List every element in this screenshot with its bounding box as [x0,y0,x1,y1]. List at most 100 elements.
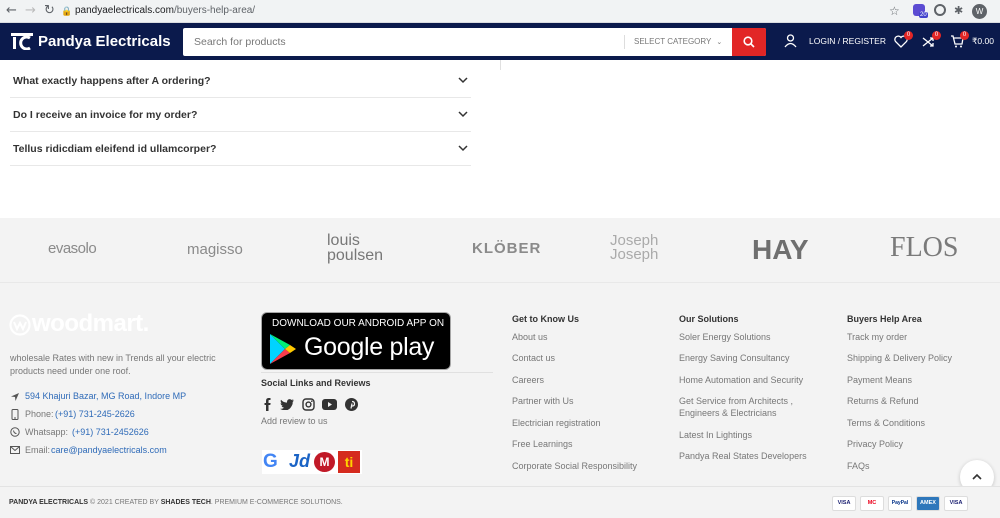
whatsapp-label: Whatsapp: [25,427,69,437]
footer-link-engineers[interactable]: Engineers & Electricians [679,408,777,418]
category-select[interactable]: SELECT CATEGORY ⌄ [624,35,731,49]
extension-icon-2[interactable] [934,4,946,16]
copyright-creator[interactable]: SHADES TECH [161,499,211,506]
footer-link-careers[interactable]: Careers [512,375,544,385]
footer-link-free-learnings[interactable]: Free Learnings [512,439,573,449]
browser-toolbar: ← → ↻ 🔒 pandyaelectricals.com/buyers-hel… [0,0,1000,23]
chevron-down-icon: ⌄ [716,39,723,46]
brand-logos-strip: evasolo magisso louis poulsen KLÖBER Jos… [0,218,1000,282]
social-links-title: Social Links and Reviews [261,378,371,388]
login-register-link[interactable]: LOGIN / REGISTER [809,36,886,46]
search-input[interactable] [183,28,623,56]
faq-item[interactable]: What exactly happens after A ordering? [10,64,471,98]
copyright-tail: . PREMIUM E-COMMERCE SOLUTIONS. [210,499,343,506]
footer-link-contact[interactable]: Contact us [512,353,555,363]
copyright-middle: © 2021 CREATED BY [88,499,161,506]
column-divider [500,60,501,70]
instagram-icon[interactable] [302,398,315,411]
twitter-icon[interactable] [280,399,294,410]
wishlist-count-badge: 0 [904,31,913,40]
footer-link-track-order[interactable]: Track my order [847,332,907,342]
brand-logo-magisso[interactable]: magisso [187,241,243,258]
site-header: Pandya Electricals SELECT CATEGORY ⌄ LOGI… [0,23,1000,60]
footer-link-privacy[interactable]: Privacy Policy [847,439,903,449]
footer-column-title: Get to Know Us [512,314,579,324]
footer-link-payment[interactable]: Payment Means [847,375,912,385]
cart-total[interactable]: ₹0.00 [972,36,994,47]
brand-logo-klober[interactable]: KLÖBER [472,240,541,257]
footer-column-title: Our Solutions [679,314,739,324]
visa-electron-card-icon: VISA [944,496,968,511]
paypal-card-icon: PayPal [888,496,912,511]
lock-icon[interactable]: 🔒 [61,4,72,20]
address-bar[interactable]: pandyaelectricals.com/buyers-help-area/ [75,3,255,19]
extension-badge: 20 [919,12,928,18]
copyright-bar: PANDYA ELECTRICALS © 2021 CREATED BY SHA… [0,486,1000,518]
location-arrow-icon [11,393,19,401]
youtube-icon[interactable] [322,399,337,410]
review-logos: G Jd M ti [262,450,362,474]
category-label: SELECT CATEGORY [634,37,712,46]
footer-link-terms[interactable]: Terms & Conditions [847,418,925,428]
footer-link-energy-saving[interactable]: Energy Saving Consultancy [679,353,790,363]
email-address[interactable]: care@pandyaelectricals.com [51,445,167,455]
footer-link-shipping[interactable]: Shipping & Delivery Policy [847,353,952,363]
chevron-down-icon [458,111,468,118]
brand-logo-flos[interactable]: FLOS [890,232,958,264]
chevron-up-icon [972,473,982,480]
email-icon [10,446,20,454]
reload-icon[interactable]: ↻ [44,3,55,19]
faq-item[interactable]: Do I receive an invoice for my order? [10,98,471,132]
compare-count-badge: 0 [932,31,941,40]
footer-link-real-states[interactable]: Pandya Real States Developers [679,451,807,461]
search-button[interactable] [732,28,766,56]
back-icon[interactable]: ← [6,3,17,19]
google-play-text: Google play [304,333,435,361]
faq-accordion: What exactly happens after A ordering? D… [10,64,471,166]
footer-link-faqs[interactable]: FAQs [847,461,870,471]
forward-icon[interactable]: → [25,3,36,19]
footer-link-electrician-registration[interactable]: Electrician registration [512,418,601,428]
pinterest-icon[interactable] [345,398,358,411]
email-label: Email: [25,445,51,455]
justdial-review-logo[interactable]: Jd [289,451,310,472]
copyright-brand: PANDYA ELECTRICALS [9,499,89,506]
footer-link-csr[interactable]: Corporate Social Responsibility [512,461,637,471]
cart-count-badge: 0 [960,31,969,40]
logo-icon[interactable] [10,32,34,50]
search-icon [743,36,755,48]
profile-avatar[interactable]: W [972,4,987,19]
google-review-logo[interactable]: G [263,451,278,473]
footer-link-architects[interactable]: Get Service from Architects , [679,396,793,406]
brand-logo-louis-poulsen[interactable]: louis poulsen [327,233,397,264]
divider [261,372,493,373]
footer-address[interactable]: 594 Khajuri Bazar, MG Road, Indore MP [25,391,186,401]
google-play-badge[interactable]: DOWNLOAD OUR ANDROID APP ON Google play [261,312,451,370]
brand-logo-evasolo[interactable]: evasolo [48,240,97,257]
puzzle-icon[interactable]: ✱ [954,3,963,19]
footer-link-solar[interactable]: Soler Energy Solutions [679,332,771,342]
app-download-text: DOWNLOAD OUR ANDROID APP ON [272,318,445,329]
chevron-down-icon [458,77,468,84]
footer-link-home-automation[interactable]: Home Automation and Security [679,375,803,385]
woodmart-logo: woodmart. [32,310,149,337]
indiamart-review-logo[interactable]: M [314,452,335,472]
brand-logo-hay[interactable]: HAY [752,234,809,266]
woodmart-logo-icon [9,314,31,336]
footer-link-lightings[interactable]: Latest In Lightings [679,430,752,440]
tradeindia-review-logo[interactable]: ti [338,451,360,473]
footer-link-returns[interactable]: Returns & Refund [847,396,919,406]
phone-number[interactable]: (+91) 731-245-2626 [55,409,135,419]
footer-link-about[interactable]: About us [512,332,548,342]
phone-label: Phone: [25,409,54,419]
faq-item[interactable]: Tellus ridicdiam eleifend id ullamcorper… [10,132,471,166]
whatsapp-number[interactable]: (+91) 731-2452626 [72,427,149,437]
user-icon[interactable] [784,34,797,48]
faq-question: What exactly happens after A ordering? [13,75,211,87]
faq-question: Do I receive an invoice for my order? [13,109,198,121]
footer-link-partner[interactable]: Partner with Us [512,396,574,406]
logo-text[interactable]: Pandya Electricals [38,33,171,51]
facebook-icon[interactable] [264,398,271,411]
bookmark-star-icon[interactable]: ☆ [889,3,900,19]
brand-logo-joseph-joseph[interactable]: Joseph Joseph [610,233,680,262]
